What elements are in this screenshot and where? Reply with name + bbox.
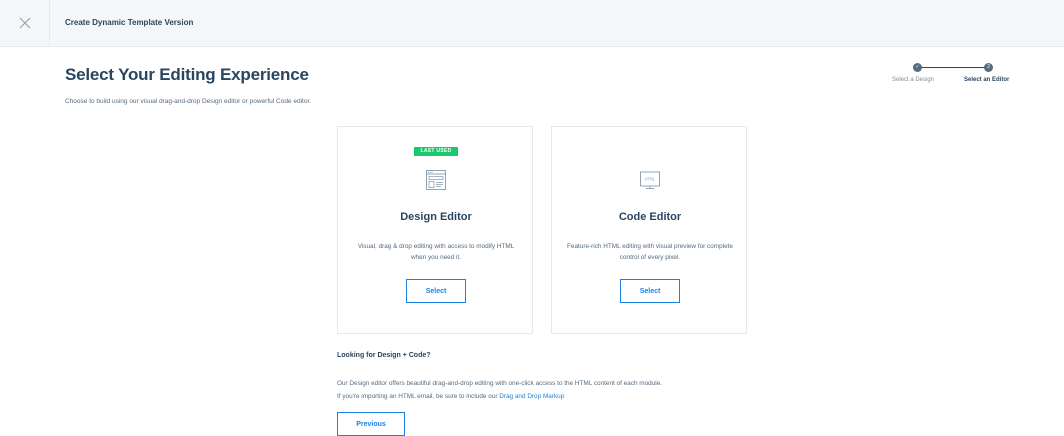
design-editor-description: Visual, drag & drop editing with access … — [357, 243, 515, 261]
step-select-design[interactable]: Select a Design — [892, 77, 934, 83]
select-design-editor-button[interactable]: Select — [406, 279, 466, 303]
page-subtitle: Choose to build using our visual drag-an… — [65, 98, 312, 105]
code-editor-card[interactable]: HTML Code Editor Feature-rich HTML editi… — [551, 126, 747, 334]
info-line-2: If you're importing an HTML email, be su… — [337, 393, 498, 400]
close-icon — [19, 17, 31, 29]
top-bar: Create Dynamic Template Version — [0, 0, 1064, 47]
page-title: Select Your Editing Experience — [65, 65, 309, 84]
window-title: Create Dynamic Template Version — [65, 18, 194, 27]
html-icon-label: HTML — [645, 179, 656, 183]
close-button[interactable] — [0, 0, 50, 47]
previous-button[interactable]: Previous — [337, 412, 405, 436]
select-code-editor-button[interactable]: Select — [620, 279, 680, 303]
step-current-marker: 2 — [984, 63, 993, 72]
html-code-icon: HTML — [640, 171, 660, 189]
design-editor-title: Design Editor — [400, 211, 472, 223]
design-editor-card[interactable]: LAST USED Design Editor Visual, drag & d… — [337, 126, 533, 334]
design-code-heading: Looking for Design + Code? — [337, 352, 431, 359]
drag-drop-markup-link[interactable]: Drag and Drop Markup — [499, 393, 564, 400]
code-editor-title: Code Editor — [618, 211, 682, 223]
step-select-editor: Select an Editor — [964, 77, 1010, 83]
stepper-connector — [918, 67, 988, 68]
step-complete-icon: ✓ — [913, 63, 922, 72]
progress-stepper: ✓ 2 Select a Design Select an Editor — [870, 63, 1030, 93]
code-editor-description: Feature-rich HTML editing with visual pr… — [567, 243, 733, 261]
design-editor-icon — [426, 170, 446, 190]
last-used-badge: LAST USED — [414, 147, 458, 156]
info-line-1: Our Design editor offers beautiful drag-… — [337, 380, 663, 387]
design-code-info: Our Design editor offers beautiful drag-… — [337, 377, 807, 403]
